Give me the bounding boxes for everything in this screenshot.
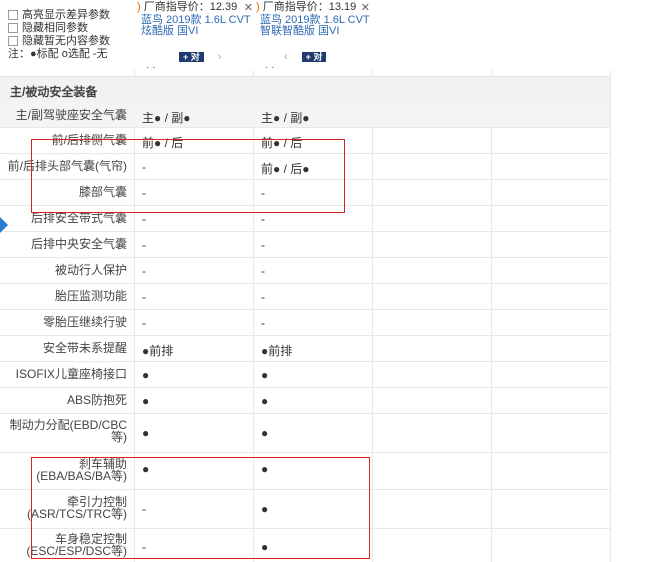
cell-value: ●前排	[142, 344, 174, 358]
table-row: ABS防抱死 ● ●	[0, 388, 610, 414]
table-row: 安全带未系提醒 ●前排 ●前排	[0, 336, 610, 362]
car-column-2: ) 厂商指导价：13.19 ✕ 蓝鸟 2019款 1.6L CVT智联智酷版 国…	[256, 0, 374, 66]
table-row: ISOFIX儿童座椅接口 ● ●	[0, 362, 610, 388]
table-row: 后排中央安全气囊 - -	[0, 232, 610, 258]
highlight-box	[31, 139, 345, 213]
option-hide-same[interactable]: 隐藏相同参数	[8, 21, 110, 34]
cell-value: -	[261, 212, 265, 226]
row-label: 后排中央安全气囊	[30, 237, 127, 251]
cell-value: -	[261, 290, 265, 304]
cell-value: ●	[142, 394, 150, 408]
checkbox[interactable]	[8, 9, 18, 20]
row-label: 胎压监测功能	[54, 289, 127, 303]
car-name-link[interactable]: 蓝鸟 2019款 1.6L CVT智联智酷版 国VI	[260, 15, 374, 37]
column-divider	[610, 0, 611, 562]
config-compare-page: 高亮显示差异参数 隐藏相同参数 隐藏暂无内容参数 注：●标配 o选配 -无 ) …	[0, 0, 650, 562]
row-label: 后排安全带式气囊	[30, 211, 127, 225]
compare-header: 高亮显示差异参数 隐藏相同参数 隐藏暂无内容参数 注：●标配 o选配 -无 ) …	[0, 0, 650, 73]
expand-arrow-icon[interactable]	[0, 217, 8, 233]
car-price: ) 厂商指导价：12.39	[137, 1, 238, 13]
table-row: 主/副驾驶座安全气囊 主● / 副● 主● / 副●	[0, 102, 610, 128]
truncated-row-text: · ·	[265, 62, 275, 73]
chevron-right-icon[interactable]: ›	[218, 51, 222, 63]
section-title: 主/被动安全装备	[10, 85, 98, 99]
checkbox[interactable]	[8, 22, 18, 33]
cell-value: ●	[261, 426, 269, 440]
table-row: 制动力分配(EBD/CBC等) ● ●	[0, 414, 610, 453]
checkbox[interactable]	[8, 35, 18, 46]
cell-value: -	[261, 238, 265, 252]
cell-value: -	[142, 290, 146, 304]
table-row: 零胎压继续行驶 - -	[0, 310, 610, 336]
highlight-box	[31, 457, 370, 559]
car-column-1: ) 厂商指导价：12.39 ✕ 蓝鸟 2019款 1.6L CVT炫酷版 国VI…	[137, 0, 255, 66]
display-options: 高亮显示差异参数 隐藏相同参数 隐藏暂无内容参数 注：●标配 o选配 -无	[8, 8, 110, 60]
cell-value: 主● / 副●	[261, 111, 310, 125]
row-label: 零胎压继续行驶	[42, 315, 127, 329]
table-row: 胎压监测功能 - -	[0, 284, 610, 310]
cell-value: ●	[261, 394, 269, 408]
cell-value: ●	[142, 368, 150, 382]
section-header: 主/被动安全装备	[0, 76, 610, 103]
row-label: 安全带未系提醒	[42, 341, 127, 355]
cell-value: -	[142, 316, 146, 330]
cell-value: -	[261, 264, 265, 278]
truncated-row-text: · ·	[146, 62, 156, 73]
row-label: ABS防抱死	[66, 393, 127, 407]
cell-value: -	[261, 316, 265, 330]
cell-value: ●前排	[261, 344, 293, 358]
cell-value: -	[142, 238, 146, 252]
row-label: ISOFIX儿童座椅接口	[15, 367, 127, 381]
row-label: 主/副驾驶座安全气囊	[15, 108, 127, 122]
cell-value: ●	[261, 368, 269, 382]
compare-button[interactable]: + 对	[179, 52, 204, 62]
car-controls: + 对 ›	[179, 51, 221, 63]
option-highlight-diff[interactable]: 高亮显示差异参数	[8, 8, 110, 21]
car-controls: ‹ + 对	[284, 51, 327, 63]
option-hide-empty[interactable]: 隐藏暂无内容参数	[8, 34, 110, 47]
cell-value: -	[142, 212, 146, 226]
car-name-link[interactable]: 蓝鸟 2019款 1.6L CVT炫酷版 国VI	[141, 15, 255, 37]
cell-value: -	[142, 264, 146, 278]
legend-note: 注：●标配 o选配 -无	[8, 47, 108, 60]
close-icon[interactable]: ✕	[361, 1, 370, 14]
table-row: 被动行人保护 - -	[0, 258, 610, 284]
chevron-left-icon[interactable]: ‹	[284, 51, 288, 63]
compare-button[interactable]: + 对	[301, 52, 327, 62]
cell-value: 主● / 副●	[142, 111, 191, 125]
row-label: 制动力分配(EBD/CBC等)	[9, 418, 127, 444]
car-price: ) 厂商指导价：13.19	[256, 1, 357, 13]
close-icon[interactable]: ✕	[244, 1, 253, 14]
cell-value: ●	[142, 426, 150, 440]
row-label: 被动行人保护	[54, 263, 127, 277]
